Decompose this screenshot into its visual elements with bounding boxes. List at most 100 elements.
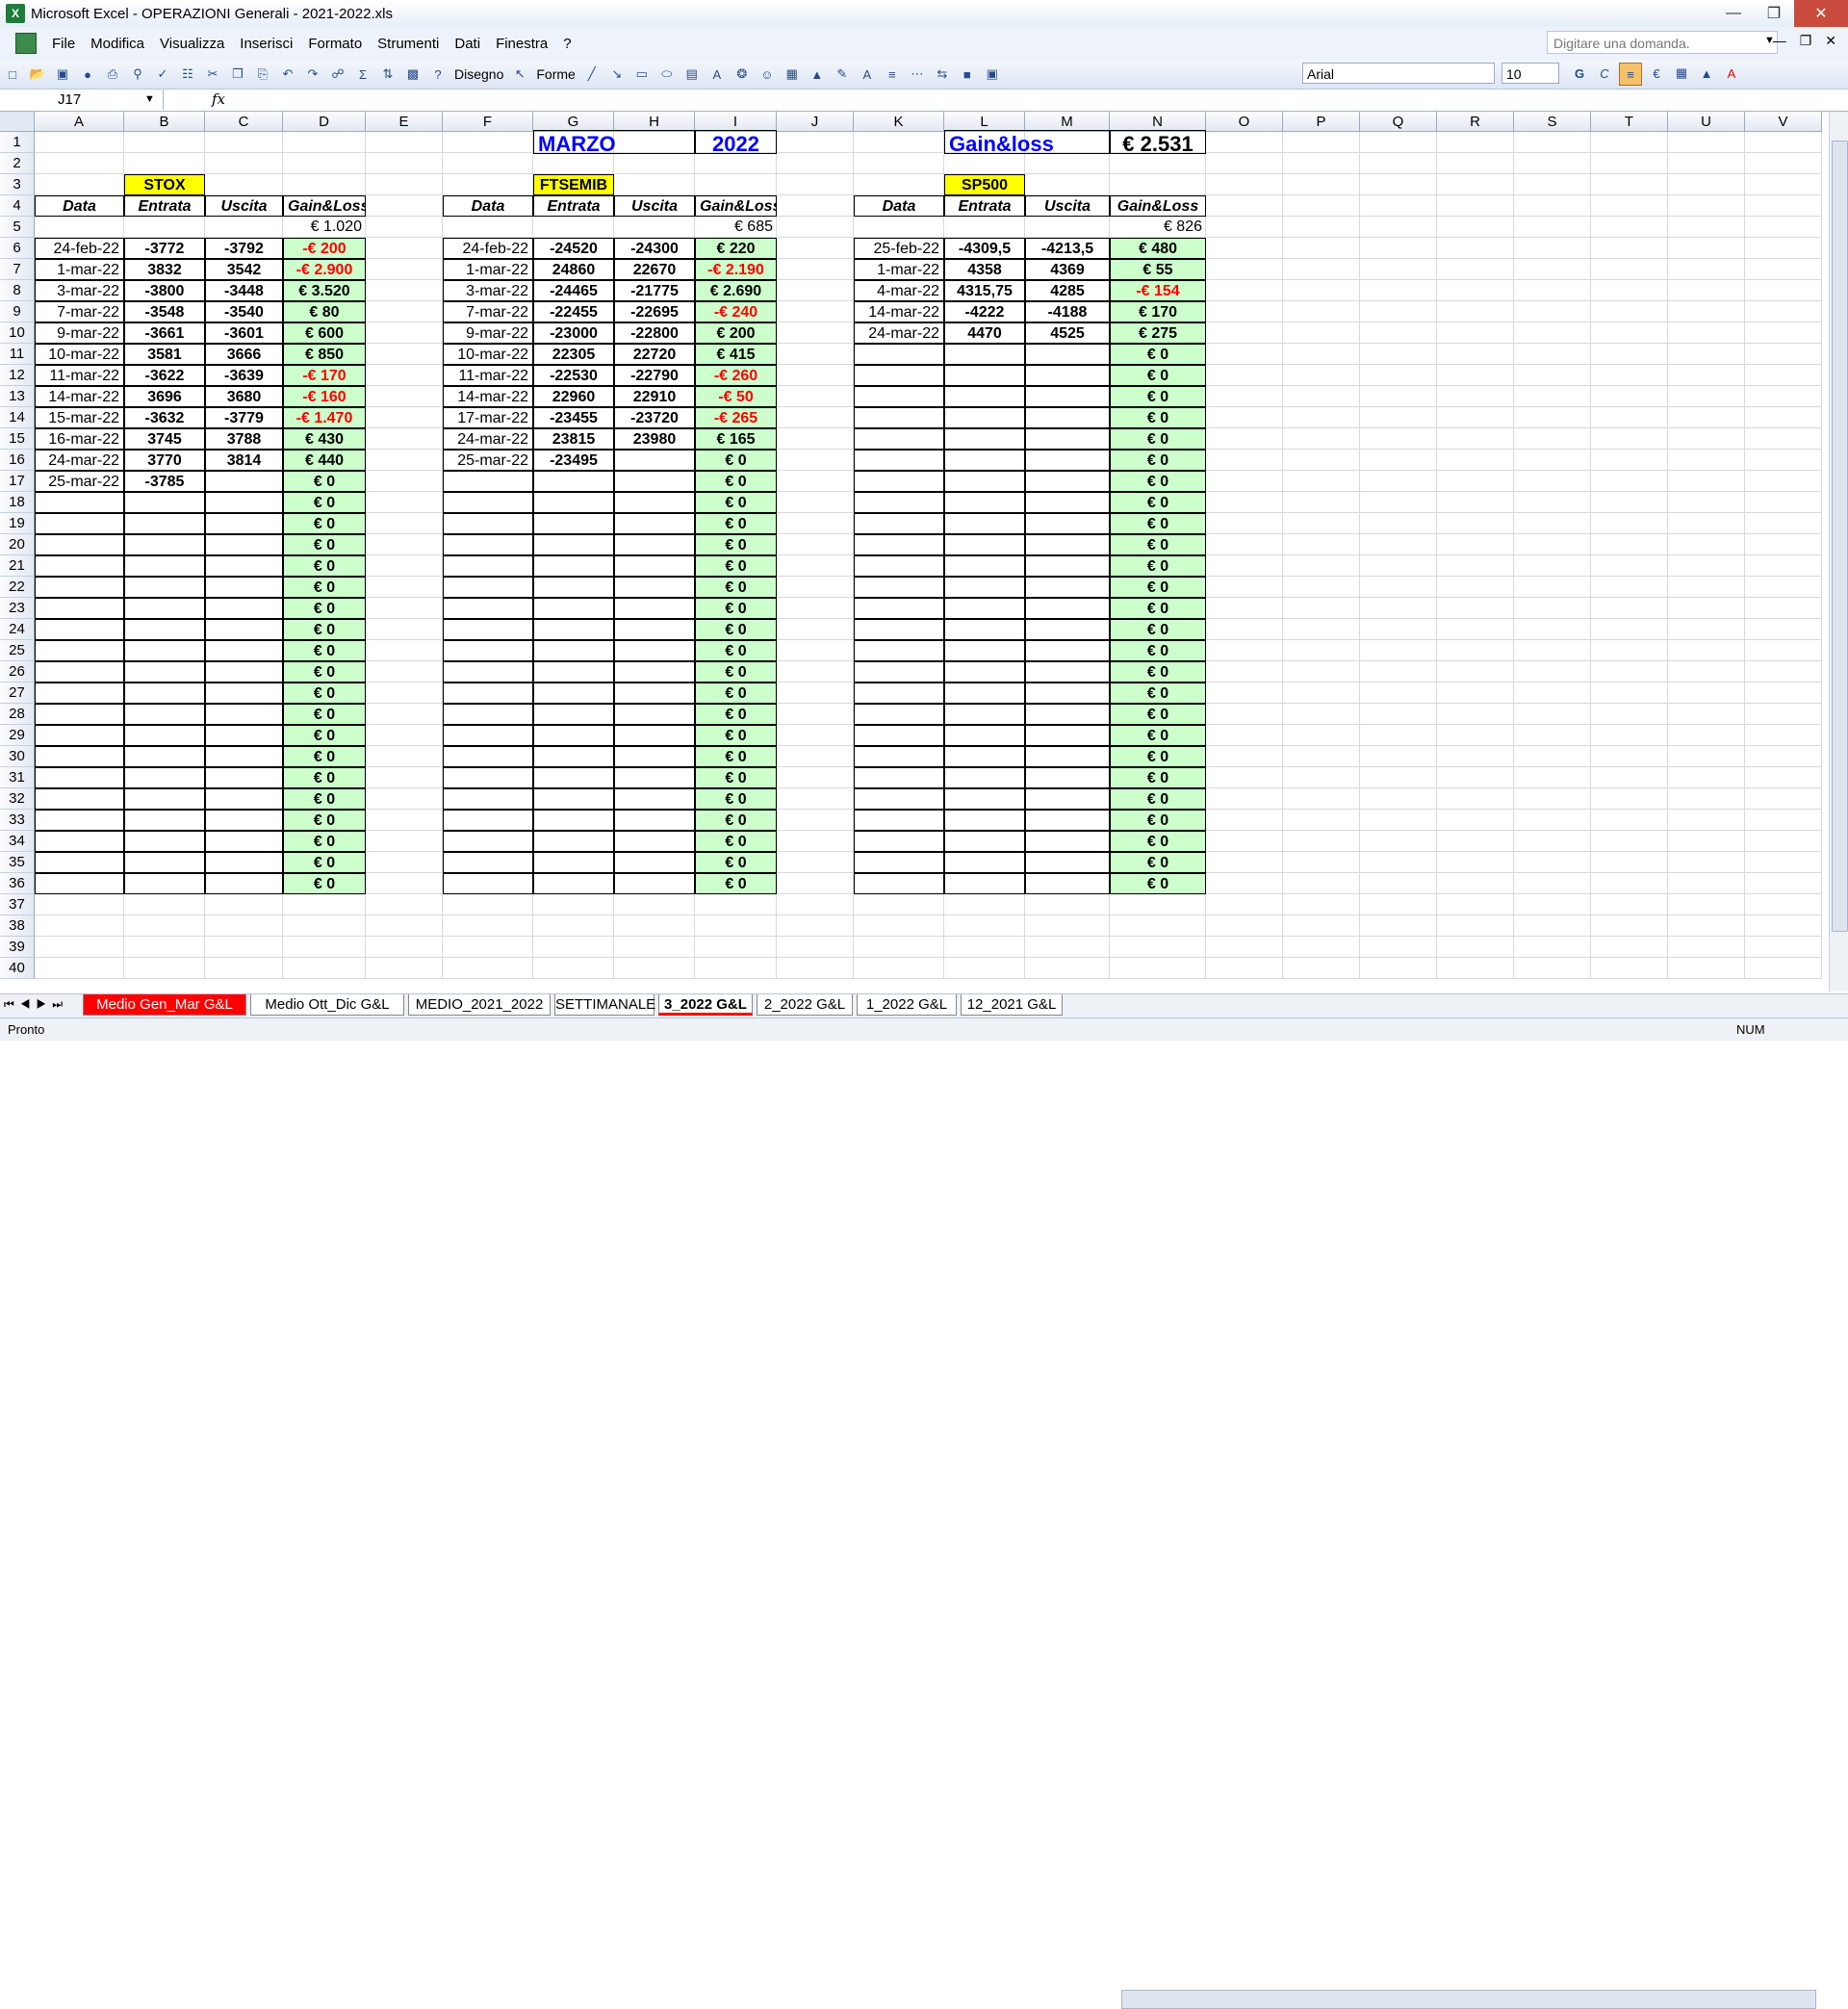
grid-cell[interactable] [1283,746,1360,767]
grid-cell[interactable] [1668,915,1745,937]
grid-cell[interactable] [1745,746,1822,767]
data-cell[interactable] [35,767,124,788]
gain-loss-cell[interactable]: -€ 260 [695,365,777,386]
data-cell[interactable]: 3770 [124,450,205,471]
grid-cell[interactable] [1283,894,1360,915]
menu-item[interactable]: File [44,36,83,52]
sheet-tab[interactable]: SETTIMANALE [554,994,655,1016]
grid-cell[interactable] [1591,450,1668,471]
grid-cell[interactable] [366,661,443,683]
grid-cell[interactable] [366,365,443,386]
grid-cell[interactable] [1283,153,1360,174]
undo-icon[interactable]: ↶ [277,64,298,85]
grid-cell[interactable] [1437,217,1514,238]
grid-cell[interactable] [1360,852,1437,873]
grid-cell[interactable] [1514,322,1591,344]
maximize-icon[interactable]: ❐ [1754,0,1794,27]
grid-cell[interactable] [443,174,533,195]
column-header-F[interactable]: F [443,112,533,132]
gain-loss-cell[interactable]: € 0 [695,471,777,492]
grid-cell[interactable] [124,915,205,937]
data-cell[interactable] [205,725,283,746]
data-cell[interactable] [205,598,283,619]
sheet-tab[interactable]: 3_2022 G&L [658,994,753,1016]
grid-cell[interactable] [695,894,777,915]
data-cell[interactable] [944,428,1025,450]
grid-cell[interactable] [1437,598,1514,619]
grid-cell[interactable] [1668,259,1745,280]
column-title[interactable]: Uscita [1025,195,1110,217]
line-color-icon[interactable]: ✎ [832,64,853,85]
gain-loss-cell[interactable]: € 0 [695,555,777,577]
gain-loss-cell[interactable]: € 165 [695,428,777,450]
grid-cell[interactable] [777,810,854,831]
font-color-draw-icon[interactable]: A [857,64,878,85]
data-cell[interactable] [124,767,205,788]
menu-item[interactable]: Visualizza [152,36,232,52]
gain-loss-cell[interactable]: € 0 [1110,492,1206,513]
grid-cell[interactable] [777,492,854,513]
data-cell[interactable] [533,767,614,788]
grid-cell[interactable] [1360,428,1437,450]
grid-cell[interactable] [1514,153,1591,174]
grid-cell[interactable] [1668,513,1745,534]
grid-cell[interactable] [533,937,614,958]
data-cell[interactable] [1025,831,1110,852]
data-cell[interactable] [443,534,533,555]
column-header-C[interactable]: C [205,112,283,132]
data-cell[interactable] [1025,788,1110,810]
gain-loss-cell[interactable]: € 0 [283,873,366,894]
grid-cell[interactable] [695,958,777,979]
grid-cell[interactable] [1283,471,1360,492]
grid-cell[interactable] [1668,767,1745,788]
column-title[interactable]: Data [854,195,944,217]
grid-cell[interactable] [1591,746,1668,767]
grid-cell[interactable] [695,174,777,195]
row-header[interactable]: 6 [0,238,35,259]
data-cell[interactable] [944,683,1025,704]
grid-cell[interactable] [777,344,854,365]
grid-cell[interactable] [1437,661,1514,683]
grid-cell[interactable] [1360,788,1437,810]
data-cell[interactable] [533,492,614,513]
data-cell[interactable] [854,598,944,619]
menu-item[interactable]: Finestra [488,36,555,52]
row-header[interactable]: 18 [0,492,35,513]
grid-cell[interactable] [1591,428,1668,450]
sp500-total[interactable]: € 826 [1110,217,1206,238]
data-cell[interactable] [614,471,695,492]
grid-cell[interactable] [1206,640,1283,661]
data-cell[interactable] [1025,810,1110,831]
data-cell[interactable] [443,598,533,619]
data-cell[interactable] [205,704,283,725]
data-cell[interactable] [854,365,944,386]
data-cell[interactable] [1025,555,1110,577]
data-cell[interactable]: 10-mar-22 [443,344,533,365]
font-size-select[interactable]: 10 [1502,63,1559,84]
data-cell[interactable] [944,619,1025,640]
data-cell[interactable] [944,555,1025,577]
grid-cell[interactable] [1591,534,1668,555]
data-cell[interactable] [614,555,695,577]
data-cell[interactable]: 14-mar-22 [854,301,944,322]
grid-cell[interactable] [1514,471,1591,492]
data-cell[interactable] [35,640,124,661]
menu-item[interactable]: Inserisci [232,36,300,52]
grid-cell[interactable] [1591,132,1668,153]
select-arrow-icon[interactable]: ↖ [509,64,530,85]
grid-cell[interactable] [777,386,854,407]
grid-cell[interactable] [777,280,854,301]
grid-cell[interactable] [1745,894,1822,915]
grid-cell[interactable] [1514,598,1591,619]
grid-cell[interactable] [1283,577,1360,598]
grid-cell[interactable] [1591,767,1668,788]
grid-cell[interactable] [1514,492,1591,513]
grid-cell[interactable] [1668,683,1745,704]
data-cell[interactable] [944,450,1025,471]
grid-cell[interactable] [366,683,443,704]
grid-cell[interactable] [1360,810,1437,831]
grid-cell[interactable] [1437,407,1514,428]
grid-cell[interactable] [1283,725,1360,746]
grid-cell[interactable] [366,619,443,640]
grid-cell[interactable] [1206,894,1283,915]
